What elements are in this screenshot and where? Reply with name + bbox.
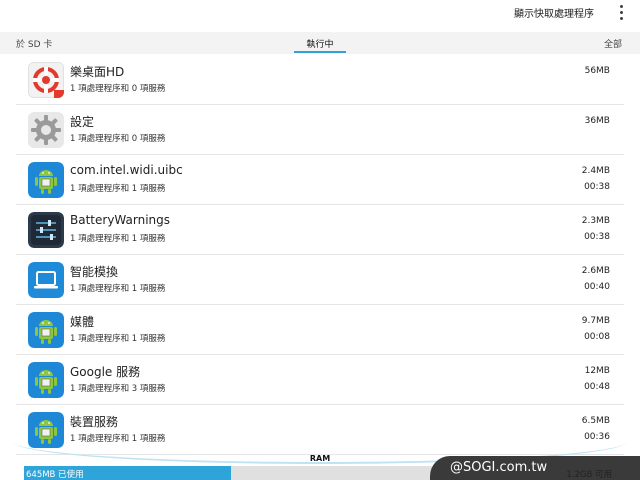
app-name: 裝置服務 [70, 415, 119, 429]
app-memory-size: 2.4MB [581, 166, 610, 176]
app-run-time: 00:38 [584, 182, 610, 192]
list-item[interactable]: com.intel.widi.uibc 1 項處理程序和 1 項服務 2.4MB… [16, 155, 624, 205]
ram-used-text: 645MB 已使用 [26, 470, 84, 480]
list-item[interactable]: 樂桌面HD 1 項處理程序和 0 項服務 56MB [16, 55, 624, 105]
sliders-icon [28, 212, 64, 248]
list-item[interactable]: 設定 1 項處理程序和 0 項服務 36MB [16, 105, 624, 155]
app-memory-size: 12MB [584, 366, 610, 376]
app-process-count: 1 項處理程序和 0 項服務 [70, 84, 166, 94]
app-run-time: 00:48 [584, 382, 610, 392]
app-name: Google 服務 [70, 365, 141, 379]
tab-indicator [294, 51, 346, 53]
app-run-time: 00:38 [584, 232, 610, 242]
tab-all[interactable]: 全部 [604, 37, 622, 50]
memory-footer: RAM 645MB 已使用 @SOGI.com.tw 1.2GB 可用 [0, 440, 640, 480]
app-name: 樂桌面HD [70, 65, 125, 79]
app-memory-size: 2.3MB [581, 216, 610, 226]
app-memory-size: 56MB [584, 66, 610, 76]
app-run-time: 00:08 [584, 332, 610, 342]
app-process-count: 1 項處理程序和 1 項服務 [70, 234, 166, 244]
app-name: 智能模換 [70, 265, 119, 279]
android-robot-icon [28, 312, 64, 348]
app-process-count: 1 項處理程序和 0 項服務 [70, 134, 166, 144]
list-item[interactable]: 媒體 1 項處理程序和 1 項服務 9.7MB 00:08 [16, 305, 624, 355]
app-process-count: 1 項處理程序和 1 項服務 [70, 334, 166, 344]
app-name: com.intel.widi.uibc [70, 163, 183, 177]
app-memory-size: 36MB [584, 116, 610, 126]
app-memory-size: 9.7MB [581, 316, 610, 326]
app-name: 媒體 [70, 315, 95, 329]
overflow-menu-icon[interactable] [616, 2, 626, 24]
watermark-text: @SOGI.com.tw [450, 460, 548, 475]
show-cached-processes-button[interactable]: 顯示快取處理程序 [514, 5, 594, 20]
app-name: BatteryWarnings [70, 213, 171, 227]
ram-free-text: 1.2GB 可用 [566, 470, 612, 480]
app-name: 設定 [70, 115, 95, 129]
app-memory-size: 2.6MB [581, 266, 610, 276]
tab-running[interactable]: 執行中 [0, 37, 640, 50]
laptop-icon [28, 262, 64, 298]
tab-bar: 於 SD 卡 執行中 全部 [0, 32, 640, 54]
app-process-count: 1 項處理程序和 1 項服務 [70, 284, 166, 294]
android-robot-icon [28, 162, 64, 198]
app-process-count: 1 項處理程序和 3 項服務 [70, 384, 166, 394]
list-item[interactable]: BatteryWarnings 1 項處理程序和 1 項服務 2.3MB 00:… [16, 205, 624, 255]
launcher-icon [28, 62, 64, 98]
android-robot-icon [28, 362, 64, 398]
settings-gear-icon [28, 112, 64, 148]
app-memory-size: 6.5MB [581, 416, 610, 426]
app-process-count: 1 項處理程序和 1 項服務 [70, 184, 166, 194]
list-item[interactable]: Google 服務 1 項處理程序和 3 項服務 12MB 00:48 [16, 355, 624, 405]
app-run-time: 00:40 [584, 282, 610, 292]
running-apps-list: 樂桌面HD 1 項處理程序和 0 項服務 56MB 設定 1 項處理程序和 0 … [16, 55, 624, 455]
action-bar: 顯示快取處理程序 [0, 0, 640, 28]
list-item[interactable]: 智能模換 1 項處理程序和 1 項服務 2.6MB 00:40 [16, 255, 624, 305]
